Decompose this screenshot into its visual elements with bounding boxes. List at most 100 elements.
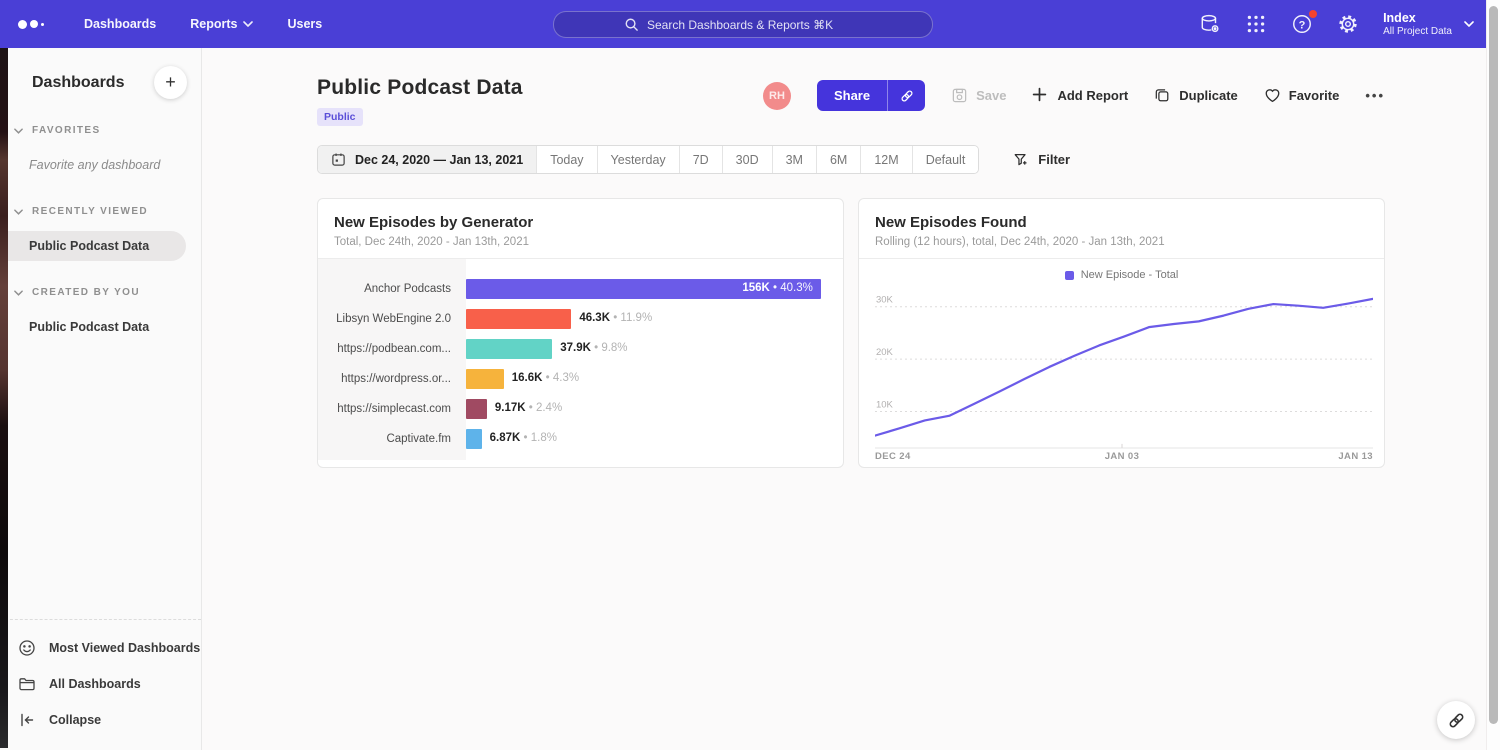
bar-category-label: https://wordpress.or...	[318, 373, 466, 385]
project-subtitle: All Project Data	[1383, 26, 1452, 38]
bar[interactable]	[466, 339, 552, 359]
add-report-button[interactable]: Add Report	[1032, 87, 1128, 104]
chevron-down-icon	[243, 21, 253, 27]
project-switcher[interactable]: Index All Project Data	[1383, 11, 1474, 38]
background-window-edge	[0, 48, 8, 748]
save-button[interactable]: Save	[951, 87, 1006, 104]
settings-gear-icon[interactable]	[1337, 13, 1359, 35]
chevron-down-icon	[14, 290, 23, 296]
sidebar-title: Dashboards	[32, 74, 124, 92]
collapse-sidebar-button[interactable]: Collapse	[0, 702, 201, 738]
nav-item-users[interactable]: Users	[287, 17, 322, 31]
more-options-button[interactable]: •••	[1365, 88, 1385, 103]
bar[interactable]	[466, 309, 571, 329]
bar-row: Anchor Podcasts156K • 40.3%	[318, 274, 827, 304]
x-axis-labels: DEC 24JAN 03JAN 13	[875, 451, 1373, 465]
bar-row: https://simplecast.com9.17K • 2.4%	[318, 394, 827, 424]
preset-6m[interactable]: 6M	[817, 146, 861, 173]
chart-title[interactable]: New Episodes by Generator	[334, 214, 827, 231]
section-header-favorites[interactable]: FAVORITES	[0, 125, 201, 136]
bar[interactable]	[466, 399, 487, 419]
favorites-empty-hint: Favorite any dashboard	[0, 150, 201, 180]
sidebar-section-created-by-you: CREATED BY YOU Public Podcast Data	[0, 287, 201, 342]
collapse-left-icon	[18, 711, 36, 729]
bar-row: https://wordpress.or... 16.6K • 4.3%	[318, 364, 827, 394]
preset-default[interactable]: Default	[913, 146, 979, 173]
all-dashboards-button[interactable]: All Dashboards	[0, 666, 201, 702]
bar-category-label: Libsyn WebEngine 2.0	[318, 313, 466, 325]
nav-item-dashboards[interactable]: Dashboards	[84, 17, 156, 31]
section-header-recently-viewed[interactable]: RECENTLY VIEWED	[0, 206, 201, 217]
visibility-badge: Public	[317, 108, 363, 126]
chart-legend: New Episode - Total	[859, 259, 1384, 283]
line-series[interactable]	[875, 299, 1373, 436]
bar-value-label: 16.6K • 4.3%	[512, 372, 579, 384]
preset-12m[interactable]: 12M	[861, 146, 912, 173]
bar-value-label: 6.87K • 1.8%	[490, 432, 557, 444]
date-range-control: Dec 24, 2020 — Jan 13, 2021 Today Yester…	[317, 145, 979, 174]
search-input[interactable]	[647, 18, 862, 32]
preset-3m[interactable]: 3M	[773, 146, 817, 173]
bar-category-label: Captivate.fm	[318, 433, 466, 445]
favorite-button[interactable]: Favorite	[1264, 87, 1340, 104]
chart-card-new-episodes-found: New Episodes Found Rolling (12 hours), t…	[858, 198, 1385, 468]
filter-button[interactable]: Filter	[1013, 152, 1070, 168]
bar-value-label: 37.9K • 9.8%	[560, 342, 627, 354]
bar-category-label: Anchor Podcasts	[318, 283, 466, 295]
link-icon	[1447, 711, 1466, 730]
header-actions: RH Share Save Add Re	[763, 80, 1385, 111]
scrollbar-thumb[interactable]	[1489, 6, 1498, 724]
heart-icon	[1264, 87, 1281, 104]
sidebar-section-favorites: FAVORITES Favorite any dashboard	[0, 125, 201, 180]
filter-funnel-icon	[1013, 152, 1029, 168]
chevron-down-icon	[1464, 21, 1474, 27]
preset-30d[interactable]: 30D	[723, 146, 773, 173]
help-icon[interactable]: ?	[1291, 13, 1313, 35]
calendar-icon	[331, 152, 346, 167]
chevron-down-icon	[14, 209, 23, 215]
app-logo[interactable]	[18, 20, 58, 29]
floating-copy-link-button[interactable]	[1437, 701, 1475, 739]
bar[interactable]	[466, 429, 482, 449]
preset-7d[interactable]: 7D	[680, 146, 723, 173]
share-button[interactable]: Share	[817, 80, 925, 111]
chart-title[interactable]: New Episodes Found	[875, 214, 1368, 231]
sidebar: Dashboards + FAVORITES Favorite any dash…	[0, 48, 202, 750]
chart-card-new-episodes-by-generator: New Episodes by Generator Total, Dec 24t…	[317, 198, 844, 468]
add-dashboard-button[interactable]: +	[154, 66, 187, 99]
avatar[interactable]: RH	[763, 82, 791, 110]
global-search[interactable]	[553, 11, 933, 38]
top-nav-bar: Dashboards Reports Users	[0, 0, 1500, 48]
y-tick-label: 20K	[876, 347, 894, 358]
legend-label: New Episode - Total	[1081, 269, 1179, 281]
folder-icon	[18, 675, 36, 693]
copy-link-icon[interactable]	[887, 80, 925, 111]
y-tick-label: 10K	[876, 399, 894, 410]
page-title: Public Podcast Data	[317, 76, 523, 100]
apps-grid-icon[interactable]	[1245, 13, 1267, 35]
nav-item-reports[interactable]: Reports	[190, 17, 253, 31]
sidebar-footer: Most Viewed Dashboards All Dashboards Co…	[0, 619, 201, 750]
sidebar-item-public-podcast-data[interactable]: Public Podcast Data	[0, 231, 186, 261]
y-tick-label: 30K	[876, 295, 894, 306]
line-plot[interactable]: 10K 20K 30K	[875, 291, 1373, 451]
main-content: Public Podcast Data Public RH Share Save	[202, 48, 1500, 750]
bar[interactable]: 156K • 40.3%	[466, 279, 821, 299]
data-source-icon[interactable]	[1199, 13, 1221, 35]
most-viewed-dashboards-button[interactable]: Most Viewed Dashboards	[0, 630, 201, 666]
svg-text:?: ?	[1299, 19, 1306, 31]
legend-swatch	[1065, 271, 1074, 280]
chart-subtitle: Total, Dec 24th, 2020 - Jan 13th, 2021	[334, 236, 827, 248]
date-range-picker[interactable]: Dec 24, 2020 — Jan 13, 2021	[318, 146, 537, 173]
notification-badge	[1309, 10, 1317, 18]
save-icon	[951, 87, 968, 104]
preset-today[interactable]: Today	[537, 146, 597, 173]
sidebar-item-public-podcast-data-created[interactable]: Public Podcast Data	[0, 312, 201, 342]
page-scrollbar[interactable]	[1486, 0, 1500, 750]
bar-row: https://podbean.com...37.9K • 9.8%	[318, 334, 827, 364]
bar[interactable]	[466, 369, 504, 389]
duplicate-button[interactable]: Duplicate	[1154, 87, 1238, 104]
section-header-created-by-you[interactable]: CREATED BY YOU	[0, 287, 201, 298]
search-icon	[624, 17, 639, 32]
preset-yesterday[interactable]: Yesterday	[598, 146, 680, 173]
